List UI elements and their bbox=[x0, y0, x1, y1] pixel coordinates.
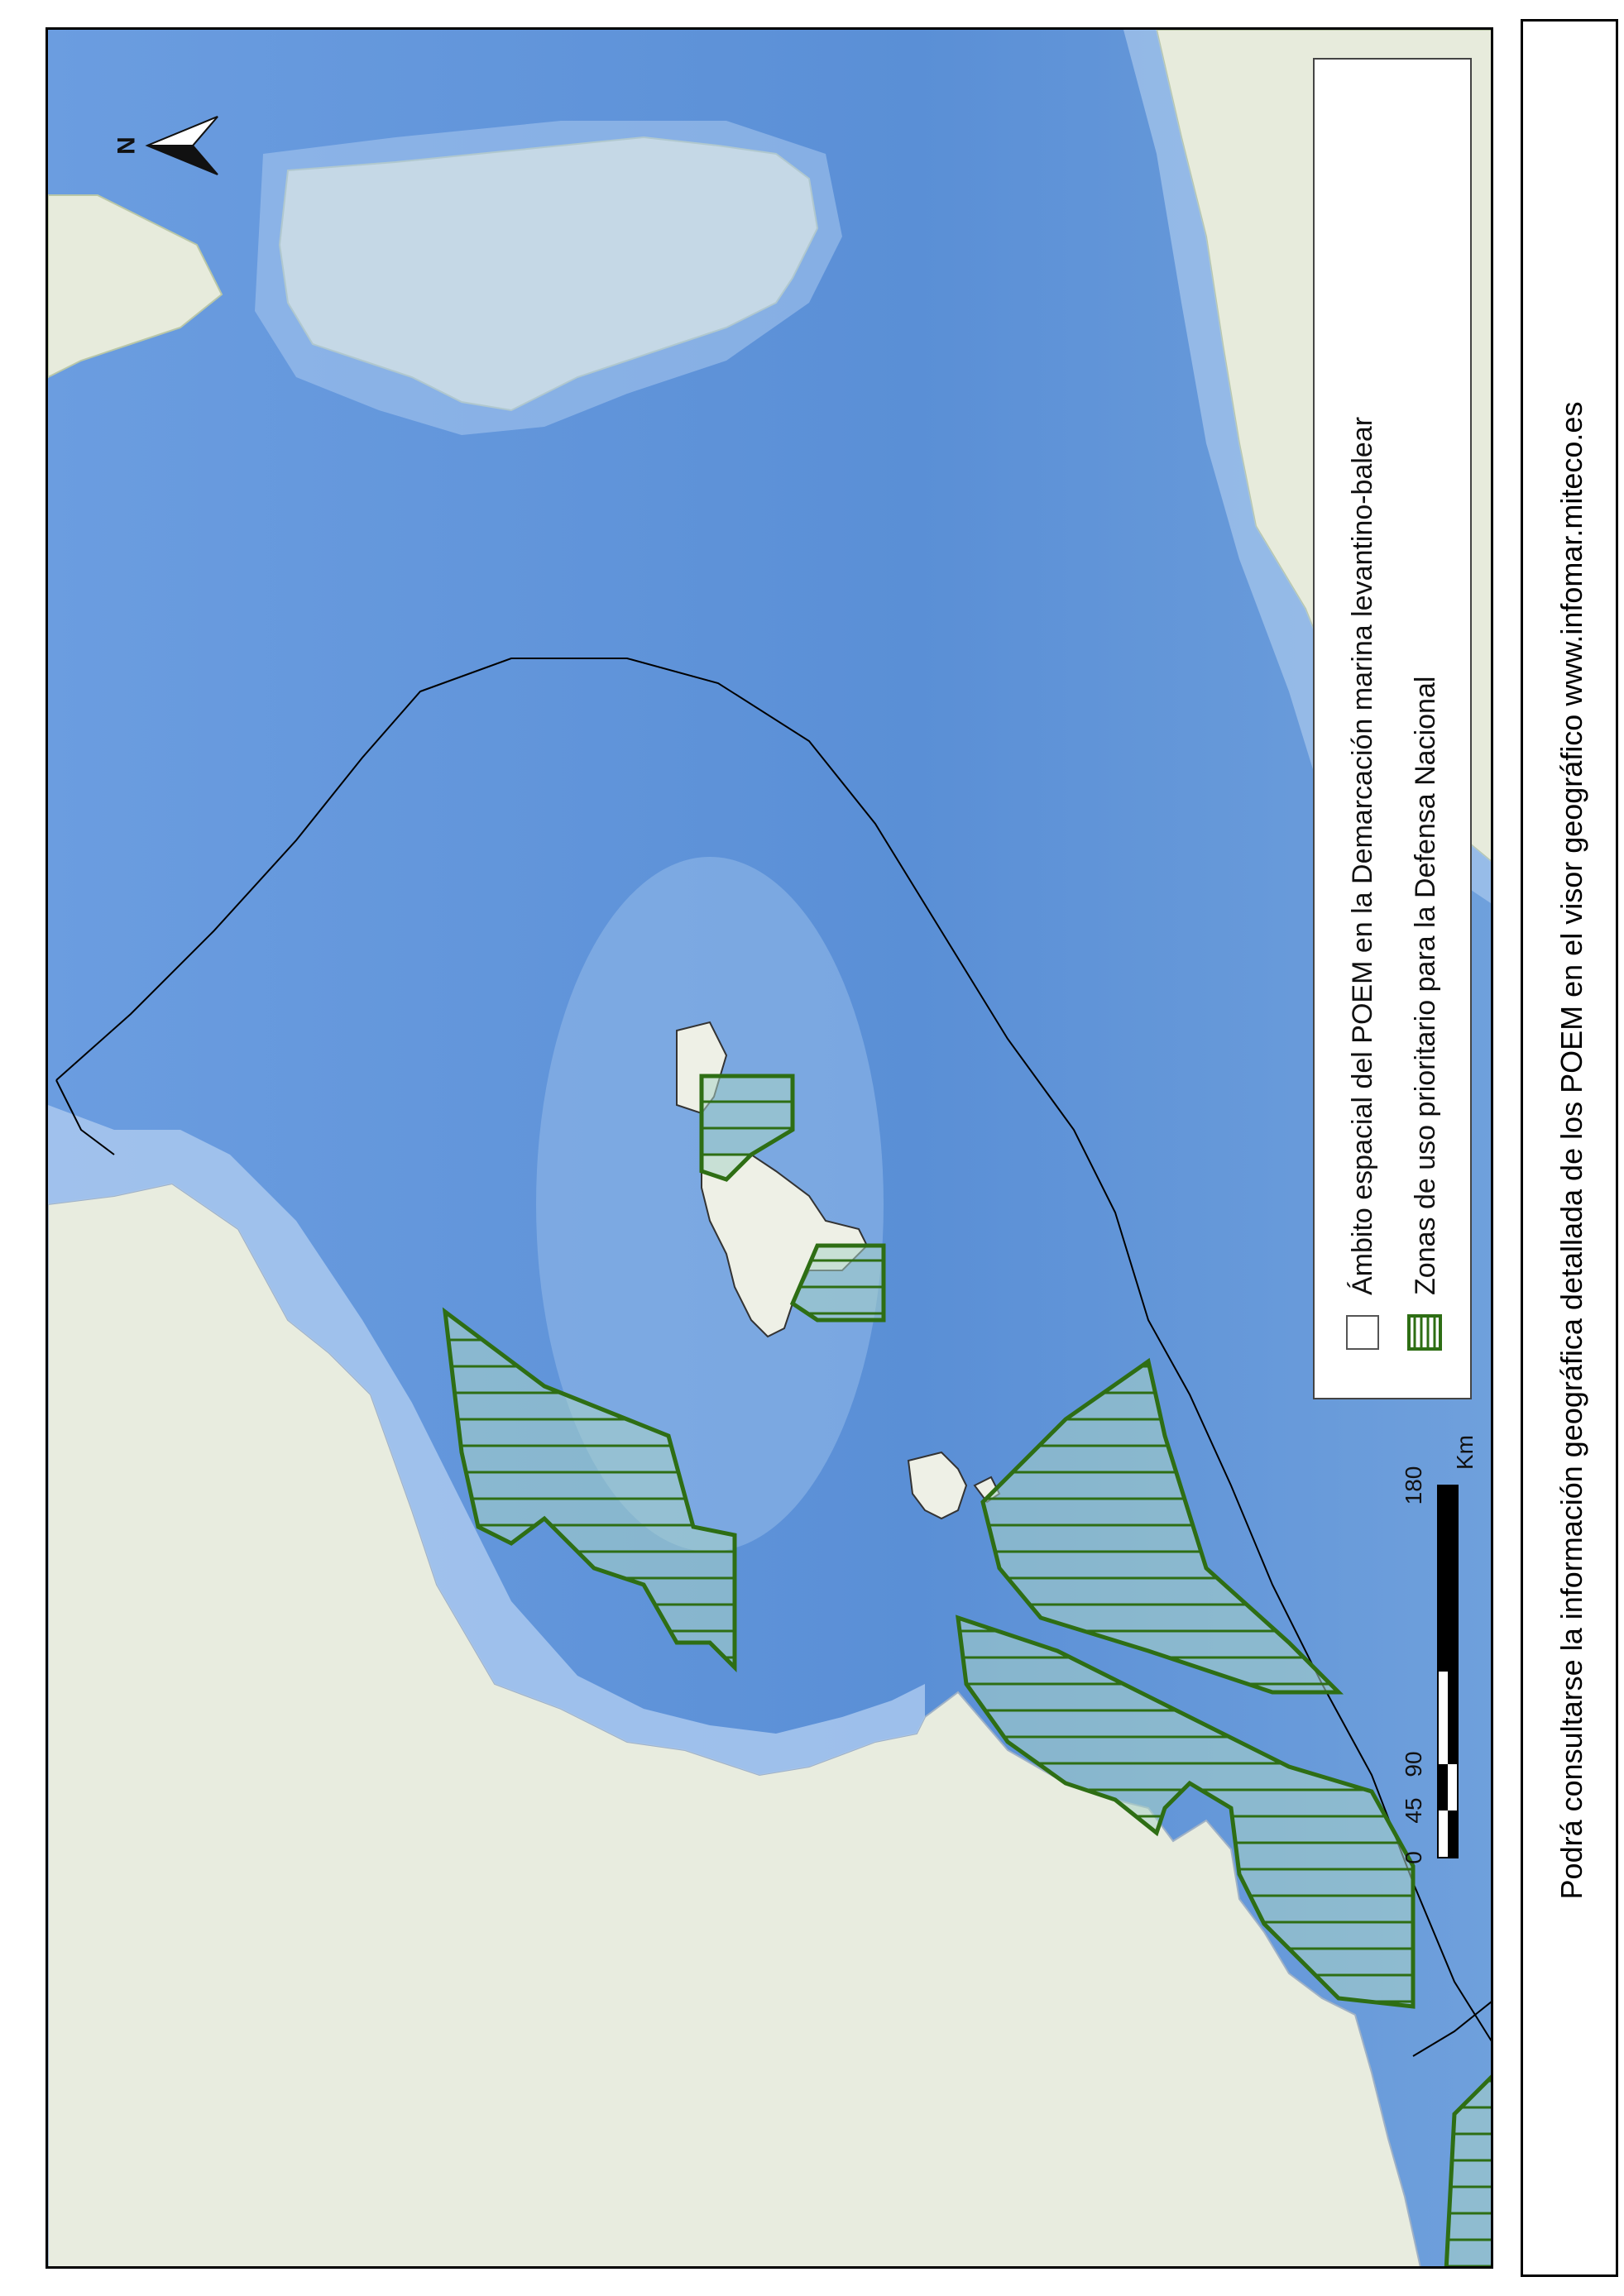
map-canvas[interactable]: N Ámbito espacial del POEM en la Demarca… bbox=[48, 30, 1493, 2269]
legend-symbol-hatched bbox=[1407, 1314, 1442, 1351]
north-arrow-label: N bbox=[113, 136, 141, 155]
footer-text: Podrá consultarse la información geográf… bbox=[1555, 401, 1588, 1900]
scale-unit: Km bbox=[1452, 1435, 1478, 1470]
scale-label-180: 180 bbox=[1401, 1466, 1426, 1505]
legend-item-defense: Zonas de uso prioritario para la Defensa… bbox=[1410, 677, 1441, 1295]
scale-label-90: 90 bbox=[1401, 1751, 1426, 1777]
legend-item-boundary: Ámbito espacial del POEM en la Demarcaci… bbox=[1347, 417, 1378, 1295]
legend-symbol-outline bbox=[1346, 1315, 1379, 1350]
legend: Ámbito espacial del POEM en la Demarcaci… bbox=[1313, 58, 1472, 1399]
map-frame[interactable]: N Ámbito espacial del POEM en la Demarca… bbox=[46, 27, 1493, 2269]
scale-label-45: 45 bbox=[1401, 1797, 1426, 1823]
footer-box: Podrá consultarse la información geográf… bbox=[1521, 19, 1618, 2277]
legend-box bbox=[1313, 58, 1472, 1399]
scale-label-0: 0 bbox=[1401, 1851, 1426, 1864]
